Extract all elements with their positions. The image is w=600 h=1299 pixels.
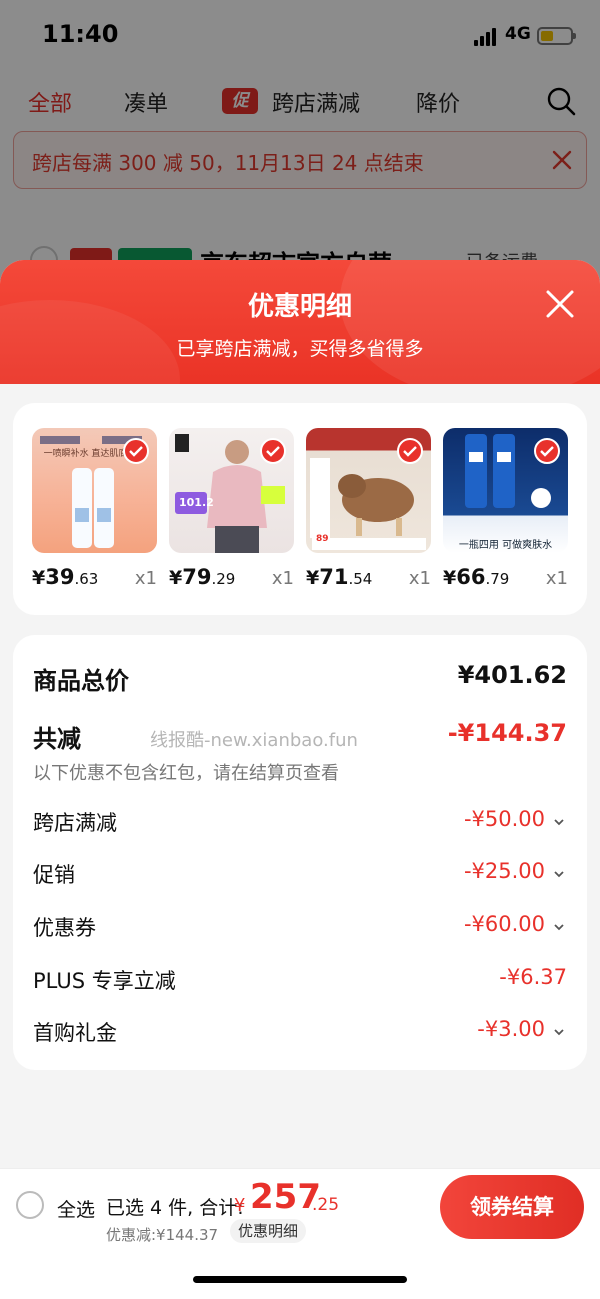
total-amount: 257 [250,1177,321,1217]
discount-row-coupon[interactable]: 优惠券 -¥60.00 [33,912,567,946]
product-image: 101.2 [169,428,294,553]
discount-label: 促销 [33,863,75,887]
discount-label: 首购礼金 [33,1021,117,1045]
close-icon[interactable] [544,288,576,320]
reduce-note: 以下优惠不包含红包，请在结算页查看 [33,763,339,784]
chevron-down-icon[interactable] [553,869,565,879]
total-currency: ¥ [234,1195,246,1216]
select-all-label[interactable]: 全选 [57,1195,95,1222]
check-icon [123,438,149,464]
product-price: ¥66.79 [443,565,510,589]
products-card: 一喷瞬补水 直达肌底锁水 ¥39.63 x1 101.2 ¥79.29 x1 8… [13,403,587,615]
total-price-row: 商品总价 ¥401.62 [33,661,567,695]
total-reduce-label: 共减 [33,725,81,753]
select-all-checkbox[interactable] [16,1191,44,1219]
discount-label: 优惠券 [33,916,96,940]
total-price-label: 商品总价 [33,667,129,695]
product-price: ¥71.54 [306,565,373,589]
product-item[interactable]: 一瓶四用 可做爽肤水 ¥66.79 x1 [443,428,568,598]
sheet-title: 优惠明细 [247,292,352,322]
checkout-button[interactable]: 领券结算 [440,1175,584,1239]
home-bar-area [0,1244,600,1299]
product-quantity: x1 [408,568,431,589]
discount-value: -¥6.37 [499,965,567,989]
total-amount-decimal: .25 [312,1195,340,1215]
discount-value: -¥60.00 [463,912,545,936]
chevron-down-icon[interactable] [553,817,565,827]
discount-row-plus: PLUS 专享立减 -¥6.37 [33,965,567,999]
total-reduce-value: -¥144.37 [447,719,567,747]
selected-count: 已选 4 件, 合计: [106,1197,244,1219]
product-price: ¥39.63 [32,565,99,589]
check-icon [397,438,423,464]
product-item[interactable]: 一喷瞬补水 直达肌底锁水 ¥39.63 x1 [32,428,157,598]
sheet-subtitle: 已享跨店满减，买得多省得多 [176,338,424,360]
discount-detail-sheet: 优惠明细 已享跨店满减，买得多省得多 一喷瞬补水 直达肌底锁水 ¥39.63 x… [0,260,600,1299]
product-image: 89 [306,428,431,553]
product-quantity: x1 [134,568,157,589]
chevron-down-icon[interactable] [553,1027,565,1037]
product-image: 一喷瞬补水 直达肌底锁水 [32,428,157,553]
check-icon [260,438,286,464]
product-item[interactable]: 101.2 ¥79.29 x1 [169,428,294,598]
product-price: ¥79.29 [169,565,236,589]
product-quantity: x1 [271,568,294,589]
discount-row-cross-store[interactable]: 跨店满减 -¥50.00 [33,807,567,841]
price-summary-card: 商品总价 ¥401.62 共减 -¥144.37 以下优惠不包含红包，请在结算页… [13,635,587,1070]
product-quantity: x1 [545,568,568,589]
discount-label: 跨店满减 [33,811,117,835]
discount-row-promotion[interactable]: 促销 -¥25.00 [33,859,567,893]
home-indicator[interactable] [193,1276,407,1283]
product-image: 一瓶四用 可做爽肤水 [443,428,568,553]
discount-label: PLUS 专享立减 [33,969,176,993]
discount-value: -¥3.00 [477,1017,545,1041]
discount-value: -¥25.00 [463,859,545,883]
sheet-header: 优惠明细 已享跨店满减，买得多省得多 [0,260,600,460]
discount-value: -¥50.00 [463,807,545,831]
product-item[interactable]: 89 ¥71.54 x1 [306,428,431,598]
discount-row-first-purchase[interactable]: 首购礼金 -¥3.00 [33,1017,567,1051]
chevron-down-icon[interactable] [553,922,565,932]
watermark: 线报酷-new.xianbao.fun [150,730,358,751]
discount-summary: 优惠减:¥144.37 [106,1226,219,1244]
check-icon [534,438,560,464]
total-price-value: ¥401.62 [457,661,567,689]
discount-detail-button[interactable]: 优惠明细 [230,1219,307,1243]
checkout-bar: 全选 已选 4 件, 合计: ¥ 257 .25 优惠减:¥144.37 优惠明… [0,1168,600,1244]
